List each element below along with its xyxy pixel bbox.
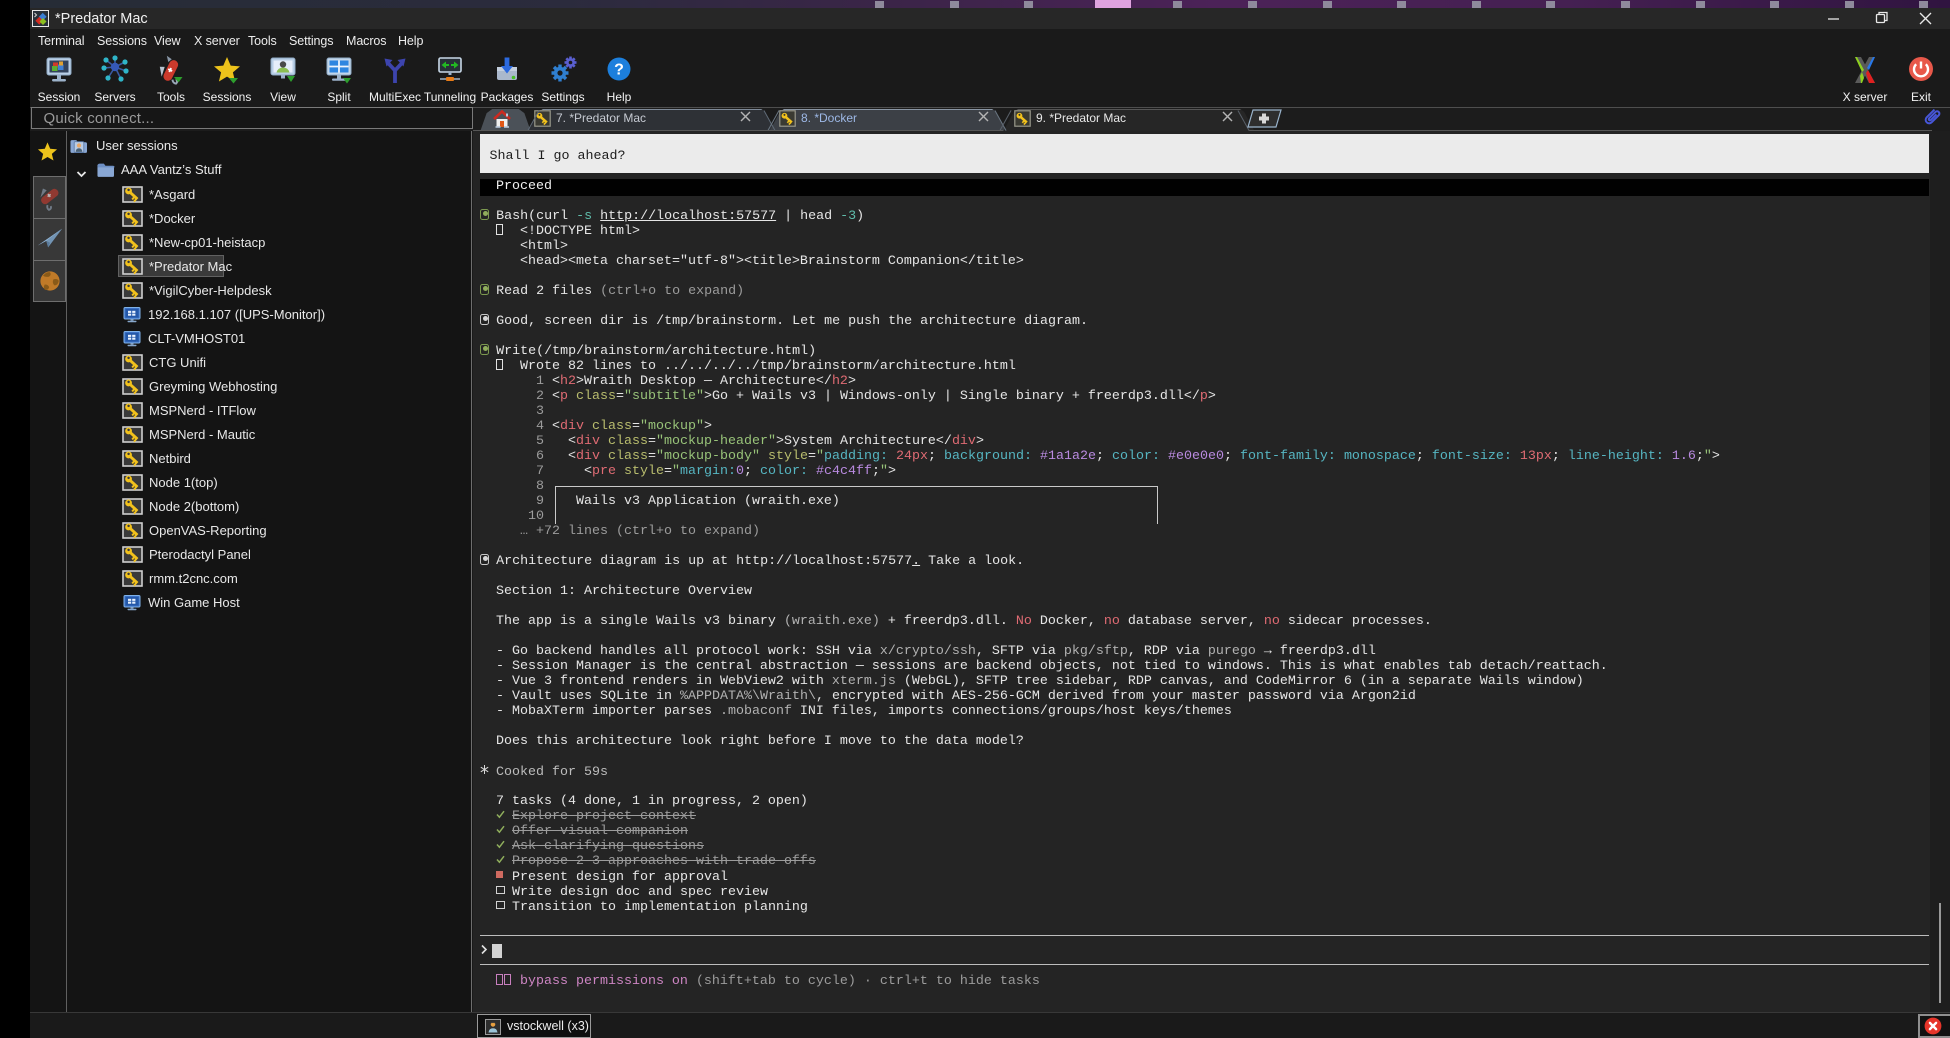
svg-text:?: ? (614, 62, 624, 79)
